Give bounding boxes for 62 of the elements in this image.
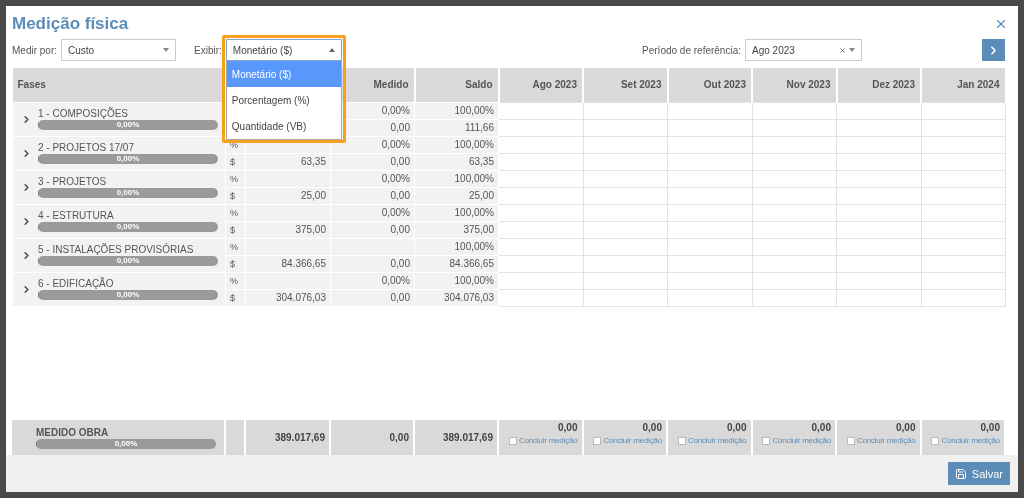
dropdown-option[interactable]: Monetário ($): [226, 61, 341, 87]
dialog-title: Medição física: [12, 14, 129, 34]
phase-name: 6 - EDIFICAÇÃO: [38, 278, 115, 289]
close-icon[interactable]: [994, 17, 1008, 31]
progress-bar: 0,00%: [36, 438, 216, 449]
month-total: 0,00: [557, 422, 578, 433]
checkbox-label[interactable]: Concluir medição: [856, 436, 916, 445]
expand-icon[interactable]: [21, 249, 32, 261]
column-header: Out 2023: [667, 68, 752, 102]
phase-name: 2 - PROJETOS 17/07: [38, 142, 135, 153]
clear-icon[interactable]: [839, 46, 846, 54]
progress-bar: 0,00%: [38, 188, 218, 198]
checkbox[interactable]: [677, 436, 686, 445]
phase-name: 3 - PROJETOS: [38, 176, 108, 187]
expand-icon[interactable]: [21, 147, 32, 159]
checkbox[interactable]: [762, 436, 771, 445]
checkbox-label[interactable]: Concluir medição: [687, 436, 747, 445]
display-label: Exibir:: [194, 44, 222, 56]
save-icon: [954, 467, 967, 480]
expand-icon[interactable]: [21, 215, 32, 227]
table-cell: 100,00%: [414, 102, 499, 119]
month-total: 0,00: [979, 422, 1000, 433]
column-header: Set 2023: [583, 68, 668, 102]
checkbox-label[interactable]: Concluir medição: [518, 436, 578, 445]
expand-icon[interactable]: [21, 181, 32, 193]
display-select[interactable]: Monetário ($): [225, 39, 342, 61]
next-button[interactable]: [982, 39, 1005, 61]
measure-by-label: Medir por:: [12, 44, 57, 56]
checkbox-label[interactable]: Concluir medição: [772, 436, 831, 445]
expand-icon[interactable]: [21, 283, 32, 295]
checkbox[interactable]: [593, 436, 602, 445]
progress-bar: 0,00%: [38, 154, 218, 164]
checkbox[interactable]: [508, 436, 517, 445]
column-header: Ago 2023: [498, 68, 583, 102]
column-header: Saldo: [414, 68, 499, 102]
column-header: Dez 2023: [836, 68, 921, 102]
checkbox-label[interactable]: Concluir medição: [603, 436, 662, 445]
month-total: 0,00: [641, 422, 662, 433]
month-total: 0,00: [726, 422, 747, 433]
phase-name: 1 - COMPOSIÇÕES: [38, 108, 129, 119]
checkbox-label[interactable]: Concluir medição: [941, 436, 1000, 445]
column-header: Nov 2023: [752, 68, 837, 102]
checkbox[interactable]: [846, 436, 855, 445]
progress-bar: 0,00%: [38, 256, 218, 266]
month-total: 0,00: [810, 422, 831, 433]
expand-icon[interactable]: [21, 113, 32, 125]
month-total: 0,00: [895, 422, 916, 433]
reference-period-select[interactable]: Ago 2023: [745, 39, 862, 61]
column-header: Jan 2024: [921, 68, 1006, 102]
progress-bar: 0,00%: [38, 290, 218, 300]
progress-bar: 0,00%: [38, 222, 218, 232]
total-cell: 0,00: [330, 420, 414, 455]
total-cell: 389.017,69: [414, 420, 498, 455]
checkbox[interactable]: [931, 436, 940, 445]
phase-name: 4 - ESTRUTURA: [38, 210, 115, 221]
total-cell: 389.017,69: [245, 420, 330, 455]
measure-by-select[interactable]: Custo: [61, 39, 176, 61]
reference-period-label: Período de referência:: [642, 44, 741, 56]
phase-name: 5 - INSTALAÇÕES PROVISÓRIAS: [38, 244, 195, 255]
progress-bar: 0,00%: [38, 120, 218, 130]
save-button[interactable]: Salvar: [947, 462, 1010, 485]
total-label: MEDIDO OBRA: [36, 426, 110, 438]
